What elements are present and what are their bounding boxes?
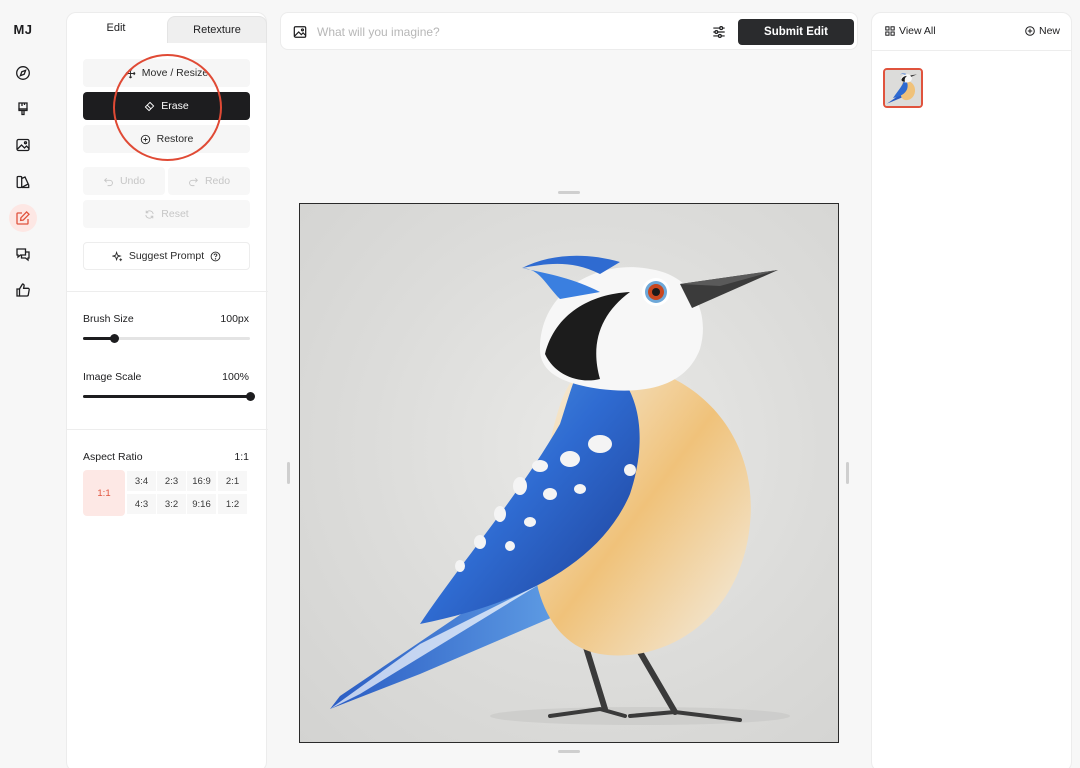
aspect-option[interactable]: 2:1 <box>218 471 247 491</box>
tab-retexture[interactable]: Retexture <box>167 16 267 43</box>
blue-jay-thumbnail <box>885 70 921 106</box>
brush-size-value: 100px <box>220 313 249 325</box>
move-resize-button[interactable]: Move / Resize <box>83 59 250 87</box>
blue-jay-image <box>330 255 790 725</box>
chat-icon <box>16 248 30 262</box>
aspect-option[interactable]: 9:16 <box>187 494 216 514</box>
restore-label: Restore <box>156 133 194 145</box>
divider <box>67 429 268 430</box>
prompt-input[interactable] <box>317 22 697 42</box>
move-icon <box>125 68 136 78</box>
aspect-option[interactable]: 3:2 <box>157 494 186 514</box>
aspect-option[interactable]: 16:9 <box>187 471 216 491</box>
aspect-option[interactable]: 1:2 <box>218 494 247 514</box>
tab-edit[interactable]: Edit <box>67 13 165 43</box>
edit-nav-button[interactable] <box>9 204 37 232</box>
suggest-prompt-label: Suggest Prompt <box>128 250 205 262</box>
sparkle-icon <box>111 250 122 261</box>
styles-nav-button[interactable] <box>9 168 37 196</box>
image-scale-value: 100% <box>222 371 249 383</box>
explore-nav-button[interactable] <box>9 59 37 87</box>
eraser-icon <box>145 101 155 111</box>
image-icon[interactable] <box>293 25 307 39</box>
history-header: View All New <box>872 13 1071 51</box>
thumbs-up-icon <box>16 283 30 297</box>
compass-icon <box>16 66 30 80</box>
resize-handle-bottom[interactable] <box>558 750 580 753</box>
image-scale-slider[interactable] <box>83 392 255 401</box>
palette-icon <box>16 175 30 189</box>
image-scale-fill <box>83 395 250 398</box>
aspect-option[interactable]: 3:4 <box>127 471 156 491</box>
redo-label: Redo <box>204 175 231 187</box>
history-panel: View All New <box>871 12 1072 768</box>
grid-icon <box>885 26 895 36</box>
divider <box>67 291 268 292</box>
brush-size-label: Brush Size <box>83 313 134 325</box>
undo-button[interactable]: Undo <box>83 167 165 195</box>
erase-label: Erase <box>161 100 189 112</box>
logo[interactable]: MJ <box>0 22 46 37</box>
view-all-button[interactable]: View All <box>885 25 936 37</box>
edit-canvas[interactable] <box>299 203 839 743</box>
view-all-label: View All <box>899 25 936 37</box>
brush-size-slider[interactable] <box>83 334 250 343</box>
resize-handle-right[interactable] <box>846 462 849 484</box>
undo-icon <box>103 177 113 186</box>
prompt-bar: Submit Edit <box>280 12 858 50</box>
history-thumbnail[interactable] <box>883 68 923 108</box>
paintbrush-icon <box>18 102 28 116</box>
erase-button[interactable]: Erase <box>83 92 250 120</box>
settings-sliders-icon[interactable] <box>712 25 726 39</box>
new-button[interactable]: New <box>1025 25 1060 37</box>
refresh-icon <box>145 209 154 219</box>
help-icon[interactable] <box>210 251 221 262</box>
new-label: New <box>1039 25 1061 37</box>
image-scale-label: Image Scale <box>83 371 142 383</box>
reset-button[interactable]: Reset <box>83 200 250 228</box>
reset-label: Reset <box>161 208 189 220</box>
restore-button[interactable]: Restore <box>83 125 250 153</box>
image-scale-thumb[interactable] <box>245 392 255 401</box>
likes-nav-button[interactable] <box>9 276 37 304</box>
chat-nav-button[interactable] <box>9 240 37 268</box>
panel-tabs: Edit Retexture <box>67 13 268 43</box>
submit-edit-button[interactable]: Submit Edit <box>738 19 854 45</box>
aspect-option-selected[interactable]: 1:1 <box>83 470 125 516</box>
undo-label: Undo <box>119 175 146 187</box>
brush-size-thumb[interactable] <box>110 334 120 343</box>
resize-handle-top[interactable] <box>558 191 580 194</box>
aspect-option[interactable]: 4:3 <box>127 494 156 514</box>
nav-rail: MJ <box>0 0 50 768</box>
aspect-ratio-value: 1:1 <box>234 451 249 463</box>
plus-circle-icon <box>140 134 150 144</box>
edit-tools-panel: Edit Retexture Move / Resize Erase Resto… <box>66 12 268 768</box>
images-nav-button[interactable] <box>9 131 37 159</box>
aspect-ratio-grid: 1:1 3:4 2:3 16:9 2:1 4:3 3:2 9:16 1:2 <box>83 470 250 516</box>
resize-handle-left[interactable] <box>287 462 290 484</box>
aspect-ratio-label: Aspect Ratio <box>83 451 143 463</box>
suggest-prompt-button[interactable]: Suggest Prompt <box>83 242 250 270</box>
create-nav-button[interactable] <box>9 95 37 123</box>
move-resize-label: Move / Resize <box>141 67 209 79</box>
edit-icon <box>16 210 30 225</box>
redo-icon <box>189 177 198 186</box>
redo-button[interactable]: Redo <box>168 167 250 195</box>
image-icon <box>16 138 30 152</box>
aspect-option[interactable]: 2:3 <box>157 471 186 491</box>
plus-circle-icon <box>1025 26 1035 36</box>
